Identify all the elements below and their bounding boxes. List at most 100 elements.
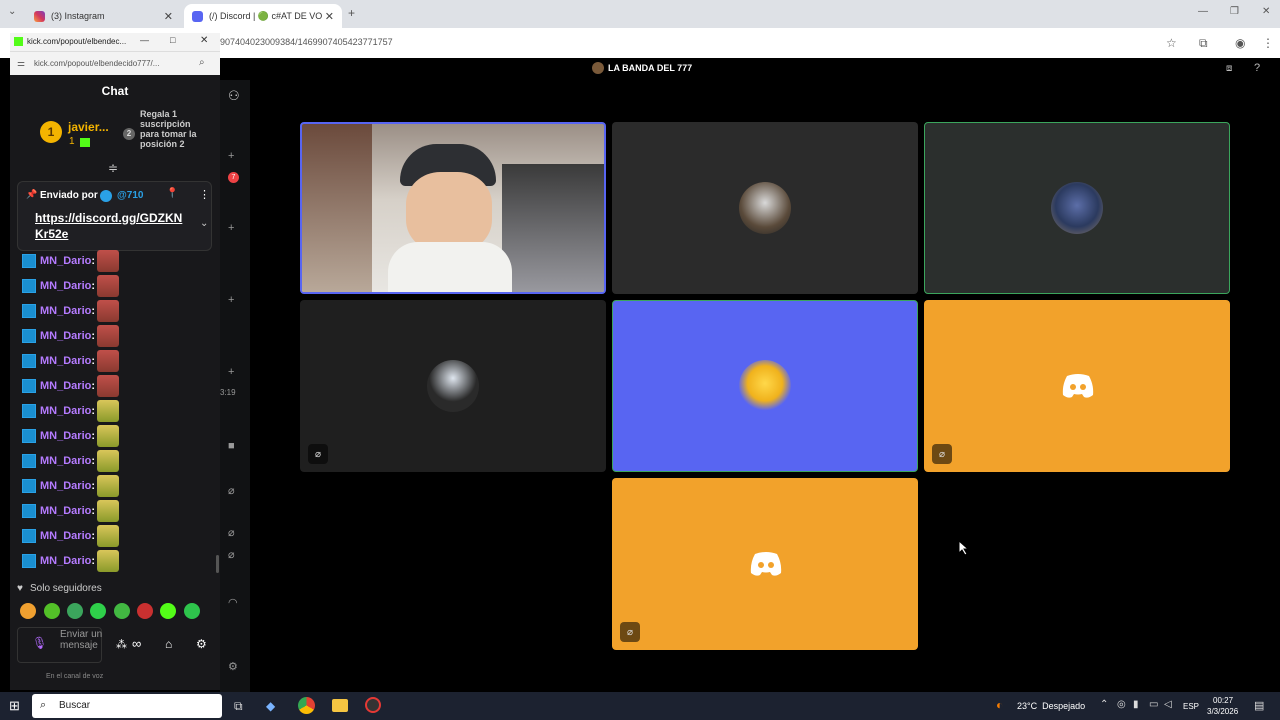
- pinned-link[interactable]: https://discord.gg/GDZKN Kr52e: [35, 210, 191, 242]
- add-icon[interactable]: +: [228, 222, 234, 234]
- language-indicator[interactable]: ESP: [1183, 702, 1199, 711]
- chat-username[interactable]: MN_Dario: [40, 455, 91, 467]
- emote-icon[interactable]: [184, 603, 200, 619]
- sent-by-label: Enviado por: [40, 190, 98, 201]
- chat-username[interactable]: MN_Dario: [40, 555, 91, 567]
- mic-icon[interactable]: ▮: [1133, 699, 1139, 710]
- gifter-name[interactable]: javier...: [68, 120, 109, 134]
- clock-time[interactable]: 00:27: [1213, 696, 1233, 705]
- pinned-message: 📌 Enviado por @710 📍 ⋮ https://discord.g…: [17, 181, 212, 251]
- emote-icon[interactable]: [20, 603, 36, 619]
- close-icon[interactable]: ✕: [325, 10, 334, 23]
- mic-off-icon[interactable]: ⌀: [228, 548, 235, 561]
- app-icon[interactable]: [365, 697, 381, 713]
- close-icon[interactable]: ✕: [164, 10, 173, 23]
- store-icon[interactable]: ⌂: [165, 637, 172, 651]
- popout-url[interactable]: kick.com/popout/elbendecido777/...: [34, 59, 159, 68]
- ai-icon[interactable]: ⁂: [116, 638, 127, 651]
- time-fragment: 3:19: [220, 388, 236, 397]
- file-explorer-icon[interactable]: [332, 699, 348, 712]
- chat-username[interactable]: MN_Dario: [40, 330, 91, 342]
- emote-icon[interactable]: [137, 603, 153, 619]
- network-icon[interactable]: ▭: [1149, 699, 1158, 710]
- collapse-icon[interactable]: ≑: [108, 161, 118, 175]
- site-info-icon[interactable]: ⚌: [17, 58, 25, 69]
- chevron-down-icon[interactable]: ⌄: [200, 218, 208, 229]
- help-icon[interactable]: ?: [1254, 62, 1260, 74]
- popout-icon[interactable]: ⧈: [1226, 63, 1232, 74]
- video-tile-user-5[interactable]: [612, 300, 918, 472]
- add-icon[interactable]: +: [228, 366, 234, 378]
- sender-name[interactable]: @710: [117, 190, 143, 201]
- tab-search-icon[interactable]: ⌄: [8, 6, 16, 17]
- chat-username[interactable]: MN_Dario: [40, 530, 91, 542]
- mic-icon[interactable]: 🎙: [32, 636, 47, 650]
- infinity-icon[interactable]: ∞: [132, 636, 141, 651]
- video-tile-user-4[interactable]: ⌀: [300, 300, 606, 472]
- add-friend-icon[interactable]: ⚇: [228, 88, 240, 104]
- extensions-icon[interactable]: ⧉: [1199, 36, 1208, 51]
- settings-icon[interactable]: ⚙: [196, 637, 207, 651]
- zoom-icon[interactable]: ⌕: [199, 57, 205, 68]
- video-tile-user-3[interactable]: [924, 122, 1230, 294]
- bookmark-star-icon[interactable]: ☆: [1166, 36, 1177, 50]
- chat-message: MN_Dario:: [22, 425, 120, 447]
- video-tile-webcam[interactable]: [300, 122, 606, 294]
- emote-icon[interactable]: [44, 603, 60, 619]
- volume-icon[interactable]: ◁: [1164, 699, 1172, 710]
- gift-prompt: Regala 1 suscripción para tomar la posic…: [140, 109, 197, 149]
- emote-icon[interactable]: [67, 603, 83, 619]
- unpin-icon[interactable]: 📍: [166, 188, 178, 199]
- minimize-icon[interactable]: —: [1198, 6, 1208, 17]
- chat-username[interactable]: MN_Dario: [40, 380, 91, 392]
- video-tile-user-6[interactable]: ⌀: [924, 300, 1230, 472]
- add-icon[interactable]: +: [228, 294, 234, 306]
- chat-username[interactable]: MN_Dario: [40, 405, 91, 417]
- chat-username[interactable]: MN_Dario: [40, 255, 91, 267]
- restore-icon[interactable]: ❐: [1230, 6, 1239, 17]
- tray-chevron-icon[interactable]: ⌃: [1100, 699, 1108, 710]
- chrome-icon[interactable]: [298, 697, 315, 714]
- task-view-icon[interactable]: ⧉: [234, 699, 243, 714]
- message-input[interactable]: 🎙 Enviar un mensaje: [17, 627, 102, 663]
- maximize-icon[interactable]: □: [170, 35, 175, 45]
- chat-message: MN_Dario:: [22, 525, 120, 547]
- chat-username[interactable]: MN_Dario: [40, 505, 91, 517]
- chat-username[interactable]: MN_Dario: [40, 355, 91, 367]
- weather-text[interactable]: 23°C Despejado: [1017, 701, 1085, 711]
- chat-username[interactable]: MN_Dario: [40, 480, 91, 492]
- profile-icon[interactable]: ◉: [1235, 36, 1245, 50]
- notifications-icon[interactable]: ▤: [1254, 699, 1264, 712]
- new-tab-icon[interactable]: +: [348, 6, 355, 20]
- chat-username[interactable]: MN_Dario: [40, 280, 91, 292]
- emote-icon[interactable]: [90, 603, 106, 619]
- windows-start-icon[interactable]: ⊞: [9, 698, 20, 714]
- chat-separator: :: [91, 330, 96, 342]
- scrollbar-thumb[interactable]: [216, 555, 219, 573]
- tab-instagram[interactable]: (3) Instagram ✕: [26, 4, 181, 28]
- add-icon[interactable]: +: [228, 150, 234, 162]
- url-text[interactable]: 907404023009384/1469907405423771757: [220, 37, 393, 47]
- emote-icon[interactable]: [160, 603, 176, 619]
- close-window-icon[interactable]: ✕: [1262, 6, 1270, 17]
- emote-icon[interactable]: [114, 603, 130, 619]
- menu-icon[interactable]: ⋮: [1262, 36, 1274, 50]
- minimize-icon[interactable]: —: [140, 35, 149, 45]
- clock-date[interactable]: 3/3/2026: [1207, 707, 1238, 716]
- chat-username[interactable]: MN_Dario: [40, 305, 91, 317]
- close-icon[interactable]: ✕: [200, 35, 208, 46]
- mic-off-icon[interactable]: ⌀: [228, 484, 235, 497]
- more-options-icon[interactable]: ⋮: [199, 188, 210, 201]
- headphones-icon[interactable]: ◠: [228, 596, 238, 609]
- chat-username[interactable]: MN_Dario: [40, 430, 91, 442]
- copilot-icon[interactable]: ◆: [266, 699, 275, 713]
- video-tile-user-7[interactable]: ⌀: [612, 478, 918, 650]
- settings-icon[interactable]: ⚙: [228, 660, 238, 673]
- video-tile-user-2[interactable]: [612, 122, 918, 294]
- tab-discord[interactable]: (/) Discord | 🟢 c#AT DE VO ✕: [184, 4, 342, 28]
- moderator-badge-icon: [22, 529, 36, 543]
- mic-off-icon[interactable]: ⌀: [228, 526, 235, 539]
- taskbar-search[interactable]: ⌕ Buscar: [32, 694, 222, 718]
- tray-app-icon[interactable]: ◎: [1117, 699, 1126, 710]
- camera-icon[interactable]: ■: [228, 440, 235, 452]
